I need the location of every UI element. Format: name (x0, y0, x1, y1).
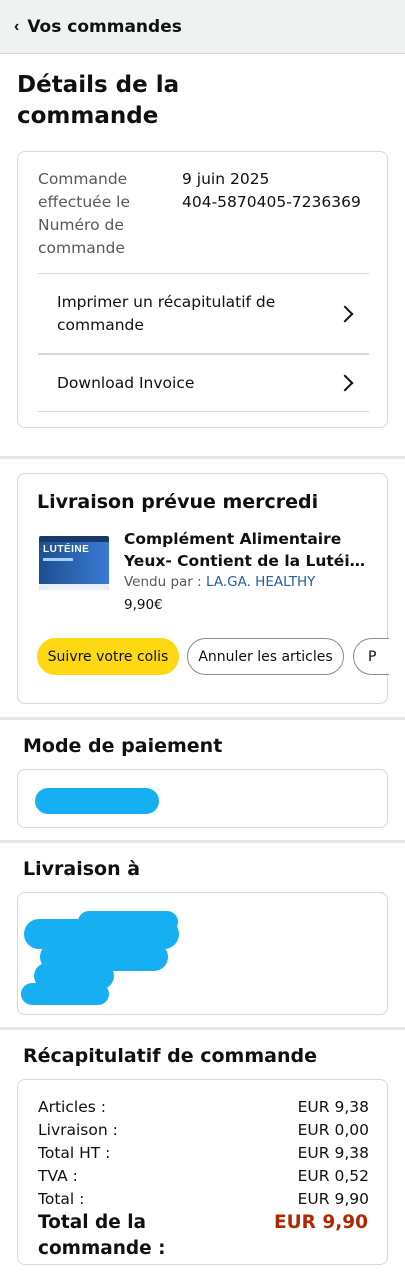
redacted-address-line (21, 983, 109, 1005)
more-actions-button[interactable]: P (353, 638, 389, 675)
chevron-right-icon (336, 305, 354, 322)
product-price: 9,90€ (124, 597, 163, 613)
back-to-orders-link[interactable]: Vos commandes (27, 17, 182, 37)
track-package-button[interactable]: Suivre votre colis (37, 638, 179, 675)
product-title-line2: Yeux- Contient de la Lutéine... (124, 552, 374, 570)
print-summary-link[interactable]: Imprimer un récapitulatif de commande (38, 273, 369, 353)
grand-total-value: EUR 9,90 (274, 1212, 368, 1233)
seller-link[interactable]: LA.GA. HEALTHY (206, 574, 315, 590)
product-image[interactable]: LUTÉINE (39, 536, 109, 590)
redacted-payment-info (35, 788, 159, 814)
product-title-link[interactable]: Complément Alimentaire Yeux- Contient de… (124, 528, 374, 572)
order-number-label: Numéro de commande (38, 216, 125, 257)
order-date-value: 9 juin 2025 (182, 170, 270, 188)
section-divider (0, 1027, 405, 1030)
shipping-heading: Livraison à (23, 858, 141, 880)
section-divider (0, 717, 405, 720)
order-info-card: Commande effectuée le Numéro de commande… (17, 151, 388, 428)
order-number-value: 404-5870405-7236369 (182, 193, 361, 211)
chevron-right-icon (336, 374, 354, 392)
order-summary-card: Articles : EUR 9,38 Livraison : EUR 0,00… (17, 1079, 388, 1265)
print-summary-label: Imprimer un récapitulatif de commande (57, 292, 276, 334)
delivery-card: Livraison prévue mercredi LUTÉINE Complé… (17, 473, 389, 704)
cancel-items-button[interactable]: Annuler les articles (187, 638, 344, 675)
shipping-address-card (17, 892, 388, 1015)
summary-heading: Récapitulatif de commande (23, 1045, 317, 1067)
back-chevron-icon[interactable]: ‹ (14, 18, 19, 36)
product-image-brand: LUTÉINE (43, 544, 90, 555)
sold-by-label: Vendu par : (124, 574, 202, 590)
delivery-heading: Livraison prévue mercredi (37, 491, 319, 513)
payment-heading: Mode de paiement (23, 735, 223, 757)
order-date-label: Commande effectuée le Numéro de commande (38, 170, 131, 257)
download-invoice-label: Download Invoice (57, 373, 195, 392)
page-title: Détails de la commande (17, 72, 180, 129)
top-nav-bar: ‹ Vos commandes (0, 0, 405, 54)
payment-card (17, 769, 388, 828)
download-invoice-link[interactable]: Download Invoice (38, 353, 369, 412)
section-divider (0, 456, 405, 459)
seller-info: Vendu par : LA.GA. HEALTHY (124, 574, 315, 590)
product-title-line1: Complément Alimentaire (124, 530, 342, 548)
section-divider (0, 840, 405, 843)
grand-total-label: Total de la commande : (38, 1212, 166, 1259)
